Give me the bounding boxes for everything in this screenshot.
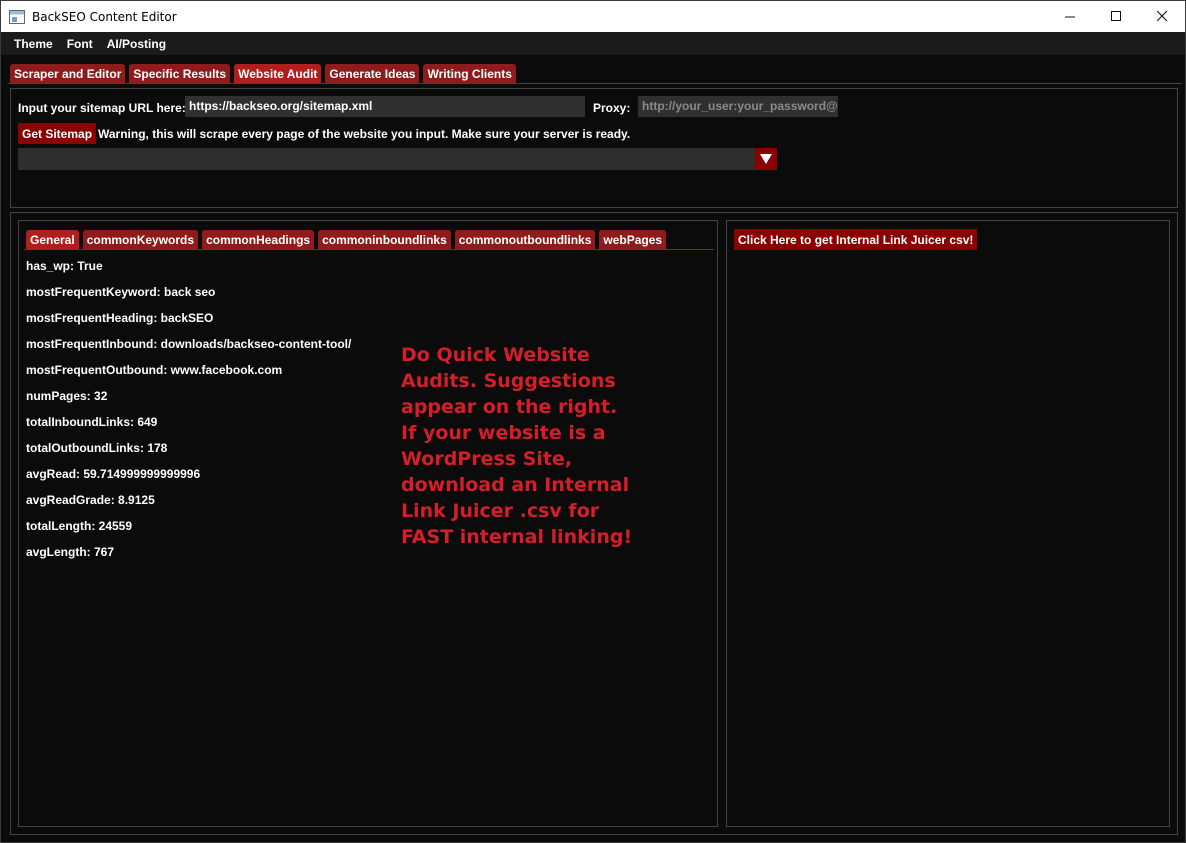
maximize-icon bbox=[1110, 11, 1121, 21]
minimize-button[interactable] bbox=[1047, 1, 1093, 32]
stat-avg-read: avgRead: 59.714999999999996 bbox=[26, 467, 201, 481]
stat-total-length: totalLength: 24559 bbox=[26, 519, 133, 533]
main-tab-bar: Scraper and Editor Specific Results Webs… bbox=[10, 64, 516, 83]
close-icon bbox=[1156, 11, 1167, 22]
app-window: BackSEO Content Editor Theme Font AI/Pos… bbox=[0, 0, 1186, 843]
tab-generate-ideas[interactable]: Generate Ideas bbox=[325, 64, 420, 83]
tab-common-keywords[interactable]: commonKeywords bbox=[82, 230, 199, 249]
stat-avg-length: avgLength: 767 bbox=[26, 545, 115, 559]
tab-common-outbound-links[interactable]: commonoutboundlinks bbox=[454, 230, 596, 249]
stat-most-frequent-keyword: mostFrequentKeyword: back seo bbox=[26, 285, 216, 299]
proxy-label: Proxy: bbox=[593, 101, 631, 115]
tab-general[interactable]: General bbox=[26, 230, 79, 249]
stat-num-pages: numPages: 32 bbox=[26, 389, 108, 403]
stat-most-frequent-outbound: mostFrequentOutbound: www.facebook.com bbox=[26, 363, 283, 377]
stat-total-outbound-links: totalOutboundLinks: 178 bbox=[26, 441, 168, 455]
main-tab-underline bbox=[8, 83, 1182, 84]
window-controls bbox=[1047, 1, 1185, 32]
audit-promo-text: Do Quick Website Audits. Suggestions app… bbox=[401, 344, 633, 548]
sitemap-dropdown[interactable] bbox=[18, 148, 777, 170]
menu-ai-posting[interactable]: AI/Posting bbox=[100, 37, 173, 51]
window-title: BackSEO Content Editor bbox=[32, 9, 177, 24]
sitemap-url-input[interactable]: https://backseo.org/sitemap.xml bbox=[185, 96, 585, 117]
tab-common-inbound-links[interactable]: commoninboundlinks bbox=[318, 230, 451, 249]
stat-most-frequent-heading: mostFrequentHeading: backSEO bbox=[26, 311, 214, 325]
sitemap-url-label: Input your sitemap URL here: bbox=[18, 101, 186, 115]
dropdown-toggle[interactable] bbox=[755, 148, 777, 170]
tab-scraper-and-editor[interactable]: Scraper and Editor bbox=[10, 64, 126, 83]
title-bar: BackSEO Content Editor bbox=[1, 1, 1185, 32]
menu-theme[interactable]: Theme bbox=[7, 37, 60, 51]
suggestions-panel bbox=[726, 220, 1170, 827]
link-juicer-csv-button[interactable]: Click Here to get Internal Link Juicer c… bbox=[734, 229, 978, 250]
app-window-icon bbox=[9, 9, 25, 24]
menu-font[interactable]: Font bbox=[60, 37, 100, 51]
menu-bar: Theme Font AI/Posting bbox=[1, 32, 1185, 55]
proxy-input[interactable]: http://your_user:your_password@you bbox=[638, 96, 838, 117]
audit-tab-bar: General commonKeywords commonHeadings co… bbox=[26, 230, 667, 249]
minimize-icon bbox=[1064, 16, 1075, 18]
triangle-down-icon bbox=[760, 154, 772, 164]
tab-common-headings[interactable]: commonHeadings bbox=[202, 230, 315, 249]
scrape-warning-text: Warning, this will scrape every page of … bbox=[98, 127, 631, 141]
tab-website-audit[interactable]: Website Audit bbox=[234, 64, 322, 83]
tab-specific-results[interactable]: Specific Results bbox=[129, 64, 231, 83]
close-button[interactable] bbox=[1139, 1, 1185, 32]
maximize-button[interactable] bbox=[1093, 1, 1139, 32]
stat-has-wp: has_wp: True bbox=[26, 259, 103, 273]
stat-total-inbound-links: totalInboundLinks: 649 bbox=[26, 415, 158, 429]
stat-avg-read-grade: avgReadGrade: 8.9125 bbox=[26, 493, 155, 507]
stat-most-frequent-inbound: mostFrequentInbound: downloads/backseo-c… bbox=[26, 337, 352, 351]
tab-web-pages[interactable]: webPages bbox=[599, 230, 667, 249]
audit-tab-underline bbox=[24, 249, 714, 250]
get-sitemap-button[interactable]: Get Sitemap bbox=[18, 123, 97, 144]
tab-writing-clients[interactable]: Writing Clients bbox=[423, 64, 516, 83]
